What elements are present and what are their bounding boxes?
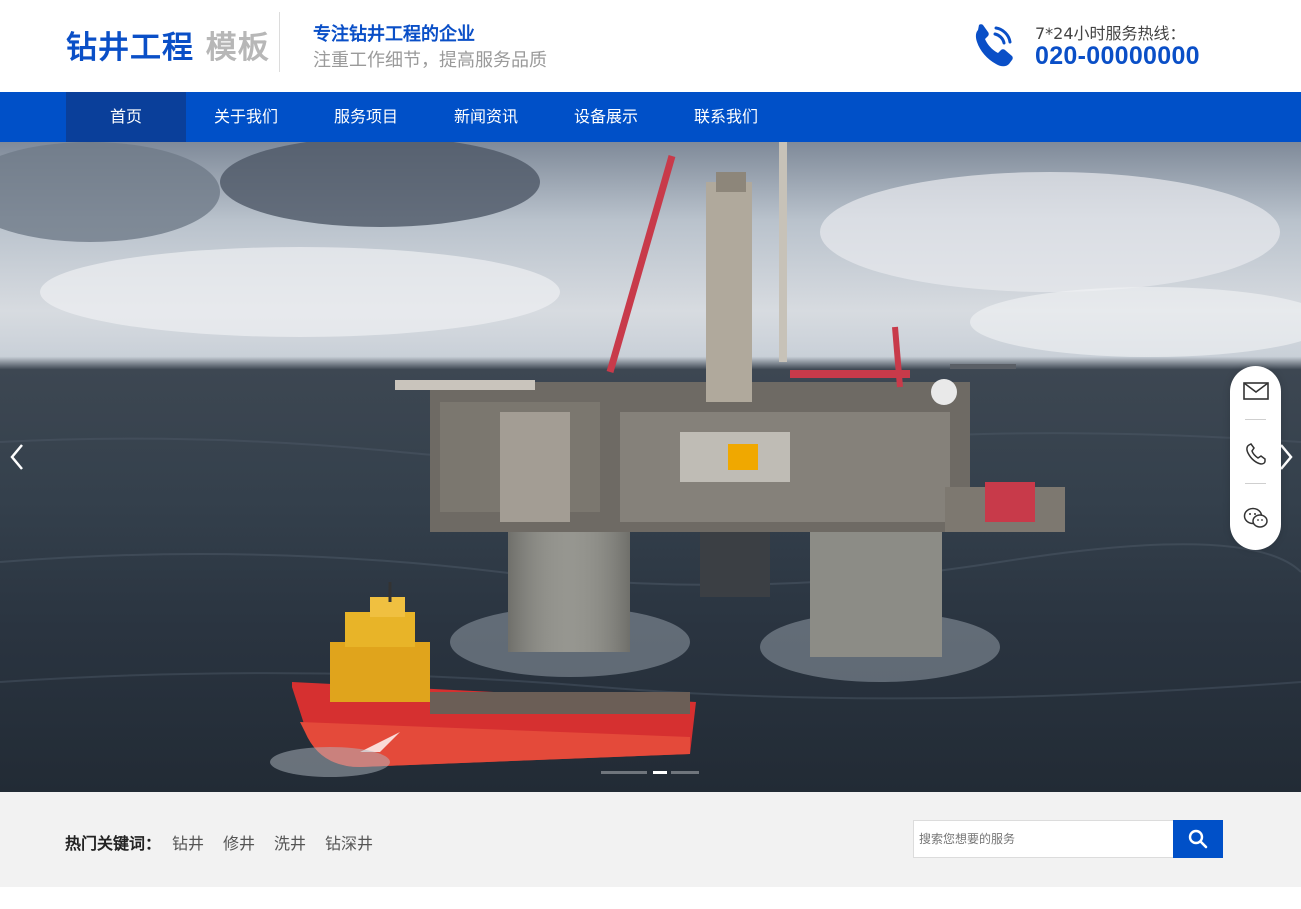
main-nav: 首页 关于我们 服务项目 新闻资讯 设备展示 联系我们 bbox=[0, 92, 1301, 142]
hotline-label: 7*24小时服务热线： bbox=[1035, 24, 1186, 43]
hero-banner bbox=[0, 142, 1301, 792]
wechat-button[interactable] bbox=[1230, 493, 1281, 543]
wechat-icon bbox=[1243, 507, 1268, 528]
keyword-link[interactable]: 修井 bbox=[223, 830, 255, 854]
slogan-subtitle: 注重工作细节，提高服务品质 bbox=[313, 50, 547, 71]
hotline-number[interactable]: 020-00000000 bbox=[1035, 42, 1200, 71]
keyword-search-bar: 热门关键词： 钻井 修井 洗井 钻深井 bbox=[0, 792, 1301, 887]
mail-icon bbox=[1242, 382, 1269, 400]
nav-item-services[interactable]: 服务项目 bbox=[306, 92, 426, 142]
phone-icon bbox=[1245, 443, 1266, 465]
hot-keywords-label: 热门关键词： bbox=[65, 834, 162, 853]
offshore-platform-image bbox=[0, 142, 1301, 777]
logo-primary-text: 钻井工程 bbox=[66, 30, 194, 66]
keyword-link[interactable]: 洗井 bbox=[274, 830, 306, 854]
floating-contact-bar bbox=[1230, 366, 1281, 550]
nav-item-contact[interactable]: 联系我们 bbox=[666, 92, 786, 142]
header-divider bbox=[279, 12, 280, 72]
search-button[interactable] bbox=[1173, 820, 1223, 858]
nav-item-equipment[interactable]: 设备展示 bbox=[546, 92, 666, 142]
nav-item-about[interactable]: 关于我们 bbox=[186, 92, 306, 142]
keyword-link[interactable]: 钻深井 bbox=[325, 830, 373, 854]
search-input[interactable] bbox=[913, 820, 1174, 858]
slogan-title: 专注钻井工程的企业 bbox=[313, 24, 475, 45]
phone-icon bbox=[972, 22, 1016, 68]
slide-dot-2[interactable] bbox=[653, 771, 667, 774]
slide-pagination bbox=[601, 771, 699, 775]
logo-secondary-text: 模板 bbox=[205, 30, 270, 66]
sidebar-separator bbox=[1245, 483, 1266, 484]
sidebar-separator bbox=[1245, 419, 1266, 420]
search-icon bbox=[1188, 829, 1208, 849]
slide-dot-1[interactable] bbox=[601, 771, 647, 774]
prev-slide-arrow-icon[interactable] bbox=[6, 442, 30, 472]
nav-item-news[interactable]: 新闻资讯 bbox=[426, 92, 546, 142]
nav-item-home[interactable]: 首页 bbox=[66, 92, 186, 142]
phone-button[interactable] bbox=[1230, 429, 1281, 479]
site-logo[interactable]: 钻井工程 模板 bbox=[66, 22, 270, 67]
site-header: 钻井工程 模板 专注钻井工程的企业 注重工作细节，提高服务品质 7*24小时服务… bbox=[0, 0, 1301, 92]
keyword-link[interactable]: 钻井 bbox=[172, 830, 204, 854]
slide-dot-3[interactable] bbox=[671, 771, 699, 774]
mail-button[interactable] bbox=[1230, 366, 1281, 416]
